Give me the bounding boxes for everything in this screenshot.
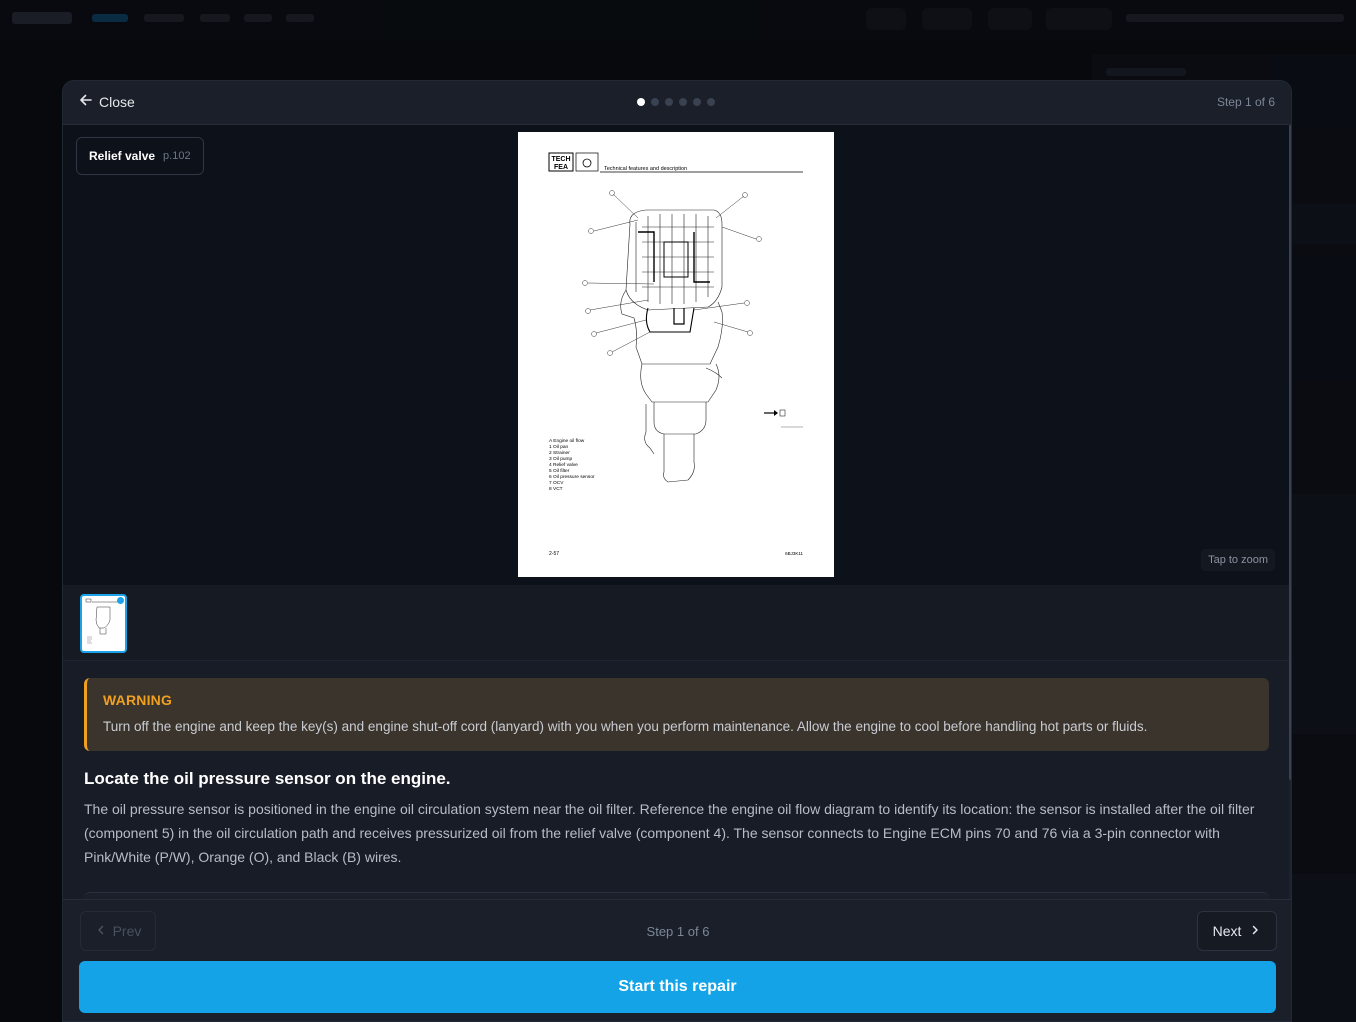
modal-scrollbar[interactable] <box>1289 125 1291 1021</box>
legend-item: A Engine oil flow <box>549 438 585 444</box>
tap-to-zoom-hint: Tap to zoom <box>1201 549 1275 571</box>
diagram-legend: A Engine oil flow 1 Oil pan 2 Strainer 3… <box>549 438 595 492</box>
warning-title: WARNING <box>103 692 173 708</box>
background-pill <box>988 8 1032 30</box>
selected-indicator <box>117 597 124 604</box>
manual-page-viewer[interactable]: Relief valve p.102 TECH FEA Technical fe… <box>63 125 1289 585</box>
manual-page-code: 6BJ3K11 <box>785 551 803 556</box>
modal-footer: Prev Step 1 of 6 Next Start this repair <box>63 899 1291 1021</box>
step-title: Locate the oil pressure sensor on the en… <box>84 769 451 788</box>
background-pill <box>922 8 972 30</box>
background-status-text <box>1126 14 1344 22</box>
warning-body: Turn off the engine and keep the key(s) … <box>103 719 1148 734</box>
start-repair-button[interactable]: Start this repair <box>79 961 1276 1013</box>
warning-callout: WARNING Turn off the engine and keep the… <box>84 678 1269 751</box>
legend-item: 7 OCV <box>549 480 564 486</box>
modal-header: Close Step 1 of 6 <box>63 81 1291 125</box>
background-nav-item <box>286 14 314 22</box>
step-dots <box>637 98 715 106</box>
background-top-bar <box>0 0 1356 40</box>
step-description: The oil pressure sensor is positioned in… <box>84 801 1255 865</box>
legend-item: 8 VCT <box>549 486 563 492</box>
background-nav-item <box>200 14 230 22</box>
legend-item: 4 Relief valve <box>549 462 578 468</box>
engine-oil-flow-diagram <box>620 209 723 483</box>
step-indicator-top: Step 1 of 6 <box>1216 95 1275 109</box>
close-button[interactable]: Close <box>79 93 135 110</box>
step-dot-1[interactable] <box>637 98 645 106</box>
manual-badge-line-2: FEA <box>554 164 568 171</box>
scrollbar-thumb[interactable] <box>1289 125 1291 780</box>
step-dot-2[interactable] <box>651 98 659 106</box>
manual-header-title: Technical features and description <box>604 166 687 172</box>
arrow-left-icon <box>79 93 93 110</box>
next-label: Next <box>1212 923 1242 939</box>
background-logo <box>12 12 72 24</box>
manual-page-number: 2-57 <box>549 551 559 557</box>
legend-item: 1 Oil pan <box>549 444 569 450</box>
close-label: Close <box>99 93 135 110</box>
step-dot-4[interactable] <box>679 98 687 106</box>
background-row <box>1106 68 1186 76</box>
next-button[interactable]: Next <box>1197 911 1277 951</box>
background-nav-item <box>244 14 272 22</box>
background-pill <box>866 8 906 30</box>
legend-item: 6 Oil pressure sensor <box>549 474 595 480</box>
legend-item: 3 Oil pump <box>549 456 573 462</box>
reference-page: p.102 <box>163 150 191 162</box>
legend-item: 2 Strainer <box>549 450 570 456</box>
step-dot-5[interactable] <box>693 98 701 106</box>
reference-title: Relief valve <box>89 149 156 163</box>
manual-page-image[interactable]: TECH FEA Technical features and descript… <box>518 132 834 577</box>
background-nav-item <box>92 14 128 22</box>
step-indicator-footer: Step 1 of 6 <box>646 924 710 939</box>
page-thumbnail[interactable] <box>80 594 127 653</box>
manual-badge-line-1: TECH <box>551 156 570 163</box>
chevron-right-icon <box>1249 923 1261 939</box>
legend-item: 5 Oil filter <box>549 468 570 474</box>
repair-step-modal: Close Step 1 of 6 Relief valve p.102 TEC… <box>62 80 1292 1022</box>
reference-chip[interactable]: Relief valve p.102 <box>76 137 204 175</box>
background-pill <box>1046 8 1112 30</box>
background-nav-item <box>144 14 184 22</box>
step-dot-3[interactable] <box>665 98 673 106</box>
step-dot-6[interactable] <box>707 98 715 106</box>
thumbnail-strip <box>63 585 1289 661</box>
